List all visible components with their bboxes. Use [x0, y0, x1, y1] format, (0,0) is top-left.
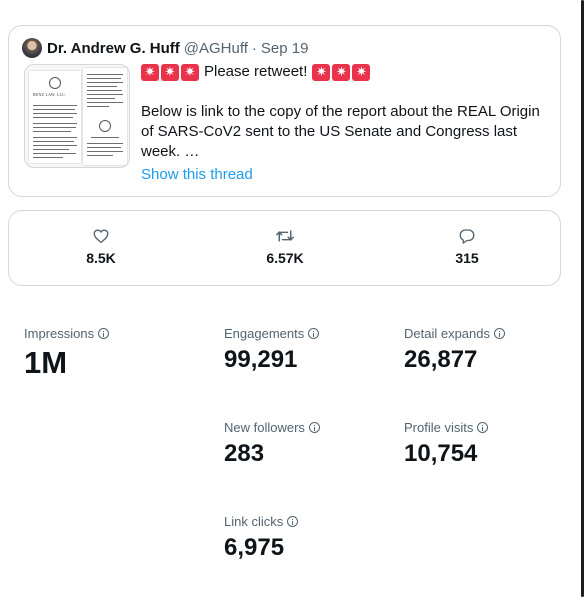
- metric-label: Impressions: [24, 326, 95, 341]
- siren-emoji: [181, 63, 199, 81]
- reply-icon: [459, 229, 475, 244]
- document-page-right: [83, 68, 127, 165]
- info-icon[interactable]: [308, 422, 320, 433]
- like-count: 8.5K: [86, 250, 116, 266]
- siren-emoji: [141, 63, 159, 81]
- author-name[interactable]: Dr. Andrew G. Huff: [47, 40, 180, 57]
- metric-value: 1M: [24, 345, 68, 380]
- info-icon[interactable]: [494, 328, 505, 339]
- author-handle[interactable]: @AGHuff: [184, 40, 248, 57]
- tweet-body: Below is link to the copy of the report …: [141, 103, 540, 160]
- reply-action[interactable]: 315: [427, 227, 507, 266]
- siren-emoji: [332, 63, 351, 81]
- metric-label: Profile visits: [404, 420, 474, 435]
- scrollbar[interactable]: [580, 0, 586, 597]
- metric-label: New followers: [224, 420, 305, 435]
- tweet-headline-text: Please retweet!: [204, 63, 308, 80]
- retweet-count: 6.57K: [266, 250, 304, 266]
- metric-value: 6,975: [224, 534, 285, 561]
- siren-emoji: [352, 63, 371, 81]
- tweet-date[interactable]: Sep 19: [261, 40, 309, 57]
- retweet-action[interactable]: 6.57K: [245, 227, 325, 266]
- seal-icon: [49, 77, 61, 89]
- tweet-text: Please retweet! Below is link to the cop…: [141, 62, 551, 162]
- siren-emoji: [312, 63, 331, 81]
- document-page-left: RENZ LAW, LLC.: [29, 71, 81, 163]
- metric-label: Detail expands: [404, 326, 490, 341]
- metric-detail-expands: Detail expands 26,877: [404, 326, 505, 374]
- metric-profile-visits: Profile visits 10,754: [404, 420, 489, 468]
- metric-value: 283: [224, 440, 265, 467]
- like-action[interactable]: 8.5K: [61, 227, 141, 266]
- document-thumbnail[interactable]: RENZ LAW, LLC.: [24, 64, 130, 168]
- info-icon[interactable]: [308, 328, 320, 339]
- reply-count: 315: [455, 250, 479, 266]
- metric-new-followers: New followers 283: [224, 420, 320, 468]
- retweet-icon: [276, 230, 294, 242]
- metric-link-clicks: Link clicks 6,975: [224, 514, 299, 562]
- header-separator: ·: [251, 39, 257, 57]
- seal-icon: [99, 120, 111, 132]
- engagement-bar: 8.5K 6.57K 315: [8, 210, 561, 286]
- tweet-card[interactable]: Dr. Andrew G. Huff @AGHuff · Sep 19 RENZ…: [8, 25, 561, 197]
- scrollbar-thumb[interactable]: [581, 0, 584, 597]
- info-icon[interactable]: [287, 516, 299, 527]
- heart-icon: [93, 229, 109, 244]
- siren-emoji: [161, 63, 179, 81]
- thumbnail-caption: RENZ LAW, LLC.: [33, 92, 67, 97]
- metric-impressions: Impressions 1M: [24, 326, 110, 381]
- metric-value: 99,291: [224, 346, 298, 373]
- info-icon[interactable]: [98, 328, 110, 339]
- tweet-headline: Please retweet!: [141, 62, 551, 82]
- info-icon[interactable]: [477, 422, 489, 433]
- tweet-header: Dr. Andrew G. Huff @AGHuff · Sep 19: [22, 38, 308, 58]
- metric-value: 26,877: [404, 346, 478, 373]
- metric-value: 10,754: [404, 440, 478, 467]
- avatar[interactable]: [22, 38, 42, 58]
- metric-engagements: Engagements 99,291: [224, 326, 320, 374]
- metric-label: Engagements: [224, 326, 305, 341]
- show-thread-link[interactable]: Show this thread: [141, 166, 253, 183]
- metric-label: Link clicks: [224, 514, 284, 529]
